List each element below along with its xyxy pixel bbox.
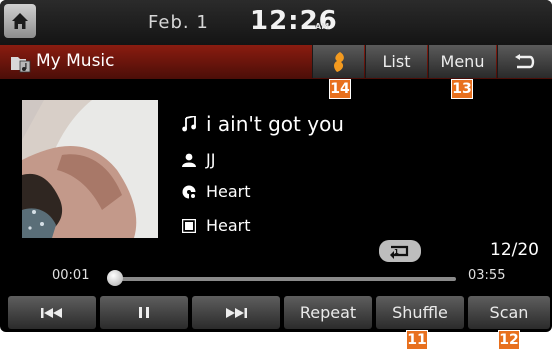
- callout-label: 13: [451, 79, 473, 99]
- clock-ampm: AM: [315, 22, 330, 31]
- repeat-icon: 1: [390, 245, 409, 259]
- next-button[interactable]: [192, 296, 280, 329]
- album-name: Heart: [206, 182, 251, 201]
- progress-bar[interactable]: [112, 277, 456, 281]
- album-row: Heart: [182, 182, 251, 201]
- callout-label: 14: [329, 79, 351, 99]
- scan-button[interactable]: Scan: [468, 296, 550, 329]
- shuffle-button[interactable]: Shuffle: [376, 296, 464, 329]
- pause-button[interactable]: [100, 296, 188, 329]
- clock-time: 12:26: [250, 6, 338, 36]
- person-icon: [182, 153, 196, 167]
- status-bar: Feb. 1 12:26 AM: [0, 0, 552, 45]
- previous-icon: [41, 307, 62, 318]
- svg-text:1: 1: [394, 248, 399, 256]
- pause-icon: [139, 307, 149, 318]
- back-icon: [515, 53, 535, 68]
- song-title-row: i ain't got you: [182, 112, 344, 136]
- menu-button[interactable]: Menu: [428, 45, 496, 78]
- total-time: 03:55: [468, 268, 506, 283]
- music-player-screen: Feb. 1 12:26 AM My Music List Menu i ain…: [0, 0, 552, 332]
- callout-label: 11: [406, 330, 428, 350]
- app-button[interactable]: [312, 45, 364, 78]
- previous-button[interactable]: [8, 296, 96, 329]
- home-button[interactable]: [4, 4, 36, 38]
- song-title: i ain't got you: [206, 112, 344, 136]
- artist-row: JJ: [182, 150, 215, 169]
- elapsed-time: 00:01: [52, 268, 90, 283]
- list-button[interactable]: List: [365, 45, 427, 78]
- genre-name: Heart: [206, 216, 251, 235]
- album-art-image: [22, 100, 158, 238]
- page-title: My Music: [36, 51, 115, 71]
- artist-name: JJ: [206, 150, 216, 169]
- album-icon: [182, 218, 196, 233]
- progress-handle[interactable]: [107, 270, 124, 286]
- next-icon: [226, 307, 247, 318]
- note-icon: [182, 116, 196, 132]
- genre-row: Heart: [182, 216, 251, 235]
- music-folder-icon: [11, 57, 31, 73]
- date-display: Feb. 1: [148, 12, 209, 33]
- repeat-button[interactable]: Repeat: [284, 296, 372, 329]
- back-button[interactable]: [497, 45, 552, 78]
- disc-icon: [182, 185, 196, 199]
- orange-app-icon: [333, 51, 344, 72]
- album-art: [22, 100, 158, 238]
- home-icon: [12, 13, 28, 29]
- track-position: 12/20: [490, 240, 539, 260]
- callout-label: 12: [498, 330, 520, 350]
- repeat-status-indicator: 1: [379, 240, 421, 262]
